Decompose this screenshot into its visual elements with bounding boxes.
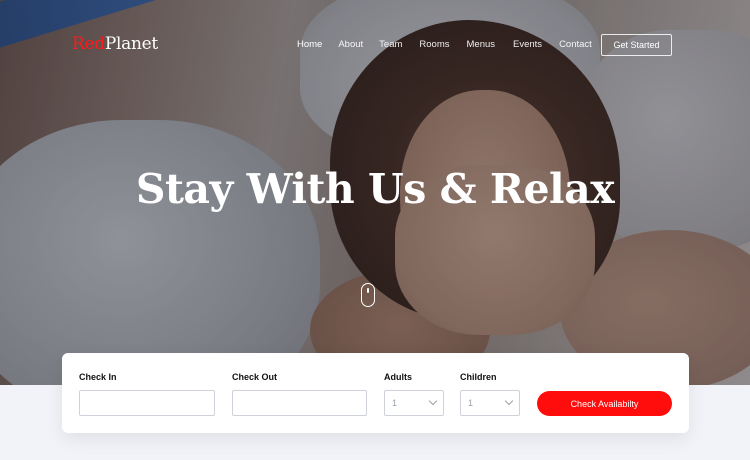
scroll-mouse-icon[interactable] [361,283,375,307]
check-in-label: Check In [79,372,117,382]
nav-item-rooms[interactable]: Rooms [419,39,449,50]
logo-prefix: Red [72,34,105,54]
booking-form: Check In Check Out Adults 1 Children 1 C… [62,353,689,433]
nav-item-events[interactable]: Events [513,39,542,50]
check-in-input[interactable] [79,390,215,416]
adults-select[interactable]: 1 [384,390,444,416]
check-out-input[interactable] [232,390,367,416]
top-navigation: RedPlanet Home About Team Rooms Menus Ev… [0,0,750,90]
get-started-button[interactable]: Get Started [601,34,672,56]
main-menu: Home About Team Rooms Menus Events Conta… [297,39,592,50]
check-out-label: Check Out [232,372,278,382]
adults-value: 1 [392,398,398,408]
children-value: 1 [468,398,474,408]
hero-headline: Stay With Us & Relax [135,165,615,213]
nav-item-team[interactable]: Team [379,39,402,50]
children-select[interactable]: 1 [460,390,520,416]
check-availability-button[interactable]: Check Availabilty [537,391,672,416]
chevron-down-icon [428,396,438,406]
adults-label: Adults [384,372,412,382]
logo-suffix: Planet [104,34,158,54]
brand-logo[interactable]: RedPlanet [72,34,158,54]
nav-item-home[interactable]: Home [297,39,322,50]
nav-item-menus[interactable]: Menus [467,39,496,50]
nav-item-contact[interactable]: Contact [559,39,592,50]
nav-item-about[interactable]: About [338,39,363,50]
chevron-down-icon [504,396,514,406]
children-label: Children [460,372,497,382]
